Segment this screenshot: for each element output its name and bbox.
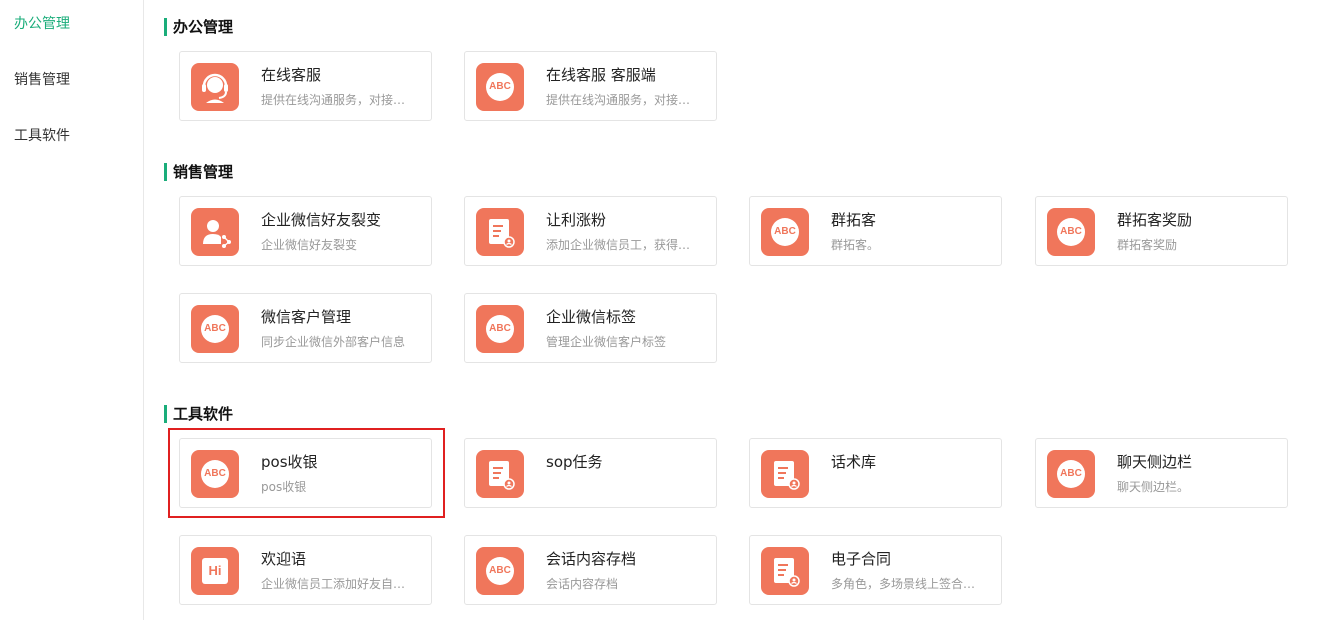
app-name: 欢迎语 bbox=[261, 550, 307, 568]
app-name: 企业微信标签 bbox=[546, 308, 637, 326]
document-icon bbox=[476, 450, 524, 498]
hi-text: Hi bbox=[202, 558, 228, 584]
abc-text: ABC bbox=[201, 315, 229, 343]
abc-icon: ABC bbox=[1047, 208, 1095, 256]
abc-text: ABC bbox=[486, 315, 514, 343]
headset-icon bbox=[191, 63, 239, 111]
app-card[interactable]: 话术库 bbox=[749, 438, 1002, 508]
abc-text: ABC bbox=[1057, 460, 1085, 488]
app-card[interactable]: 让利涨粉添加企业微信员工，获得… bbox=[464, 196, 717, 266]
app-name: 在线客服 客服端 bbox=[546, 66, 656, 84]
app-desc: 管理企业微信客户标签 bbox=[546, 335, 667, 349]
abc-icon: ABC bbox=[191, 305, 239, 353]
app-name: 群拓客 bbox=[831, 211, 877, 229]
abc-text: ABC bbox=[486, 557, 514, 585]
app-card[interactable]: ABC 聊天侧边栏聊天侧边栏。 bbox=[1035, 438, 1288, 508]
app-desc: pos收银 bbox=[261, 480, 307, 494]
user-share-icon bbox=[191, 208, 239, 256]
app-desc: 会话内容存档 bbox=[546, 577, 619, 591]
abc-icon: ABC bbox=[476, 63, 524, 111]
app-card[interactable]: ABC 群拓客群拓客。 bbox=[749, 196, 1002, 266]
section-title-sales: 销售管理 bbox=[164, 163, 233, 181]
app-desc: 群拓客奖励 bbox=[1117, 238, 1178, 252]
app-card[interactable]: ABC 群拓客奖励 群拓客奖励 bbox=[1035, 196, 1288, 266]
app-name: 话术库 bbox=[831, 453, 877, 471]
app-card[interactable]: ABC pos收银 pos收银 bbox=[179, 438, 432, 508]
app-card[interactable]: sop任务 bbox=[464, 438, 717, 508]
abc-text: ABC bbox=[771, 218, 799, 246]
section-title-office: 办公管理 bbox=[164, 18, 233, 36]
app-card[interactable]: 电子合同多角色，多场景线上签合… bbox=[749, 535, 1002, 605]
abc-icon: ABC bbox=[476, 547, 524, 595]
app-name: 微信客户管理 bbox=[261, 308, 352, 326]
abc-text: ABC bbox=[1057, 218, 1085, 246]
app-name: 聊天侧边栏 bbox=[1117, 453, 1193, 471]
app-card[interactable]: 企业微信好友裂变 企业微信好友裂变 bbox=[179, 196, 432, 266]
document-icon bbox=[476, 208, 524, 256]
app-card[interactable]: 在线客服提供在线沟通服务，对接… bbox=[179, 51, 432, 121]
section-title-tools: 工具软件 bbox=[164, 405, 233, 423]
abc-icon: ABC bbox=[191, 450, 239, 498]
app-card[interactable]: Hi 欢迎语企业微信员工添加好友自… bbox=[179, 535, 432, 605]
document-icon bbox=[761, 547, 809, 595]
app-name: pos收银 bbox=[261, 453, 318, 471]
app-card[interactable]: ABC 会话内容存档 会话内容存档 bbox=[464, 535, 717, 605]
app-desc: 添加企业微信员工，获得… bbox=[546, 238, 691, 252]
abc-icon: ABC bbox=[476, 305, 524, 353]
abc-icon: ABC bbox=[761, 208, 809, 256]
hi-icon: Hi bbox=[191, 547, 239, 595]
sidebar-item-tools[interactable]: 工具软件 bbox=[14, 125, 70, 145]
app-name: sop任务 bbox=[546, 453, 603, 471]
app-desc: 聊天侧边栏。 bbox=[1117, 480, 1190, 494]
app-desc: 企业微信好友裂变 bbox=[261, 238, 358, 252]
app-card[interactable]: ABC 企业微信标签管理企业微信客户标签 bbox=[464, 293, 717, 363]
app-name: 群拓客奖励 bbox=[1117, 211, 1193, 229]
app-desc: 多角色，多场景线上签合… bbox=[831, 577, 976, 591]
app-name: 电子合同 bbox=[831, 550, 892, 568]
app-name: 会话内容存档 bbox=[546, 550, 637, 568]
app-desc: 提供在线沟通服务，对接… bbox=[546, 93, 691, 107]
sidebar: 办公管理 销售管理 工具软件 bbox=[0, 0, 144, 620]
app-desc: 群拓客。 bbox=[831, 238, 880, 252]
abc-text: ABC bbox=[201, 460, 229, 488]
sidebar-item-office[interactable]: 办公管理 bbox=[14, 13, 70, 33]
app-card[interactable]: ABC 微信客户管理同步企业微信外部客户信息 bbox=[179, 293, 432, 363]
app-name: 企业微信好友裂变 bbox=[261, 211, 382, 229]
app-desc: 同步企业微信外部客户信息 bbox=[261, 335, 406, 349]
abc-text: ABC bbox=[486, 73, 514, 101]
app-card[interactable]: ABC 在线客服 客服端提供在线沟通服务，对接… bbox=[464, 51, 717, 121]
document-icon bbox=[761, 450, 809, 498]
app-desc: 企业微信员工添加好友自… bbox=[261, 577, 406, 591]
app-desc: 提供在线沟通服务，对接… bbox=[261, 93, 406, 107]
abc-icon: ABC bbox=[1047, 450, 1095, 498]
app-name: 让利涨粉 bbox=[546, 211, 607, 229]
sidebar-item-sales[interactable]: 销售管理 bbox=[14, 69, 70, 89]
app-name: 在线客服 bbox=[261, 66, 322, 84]
